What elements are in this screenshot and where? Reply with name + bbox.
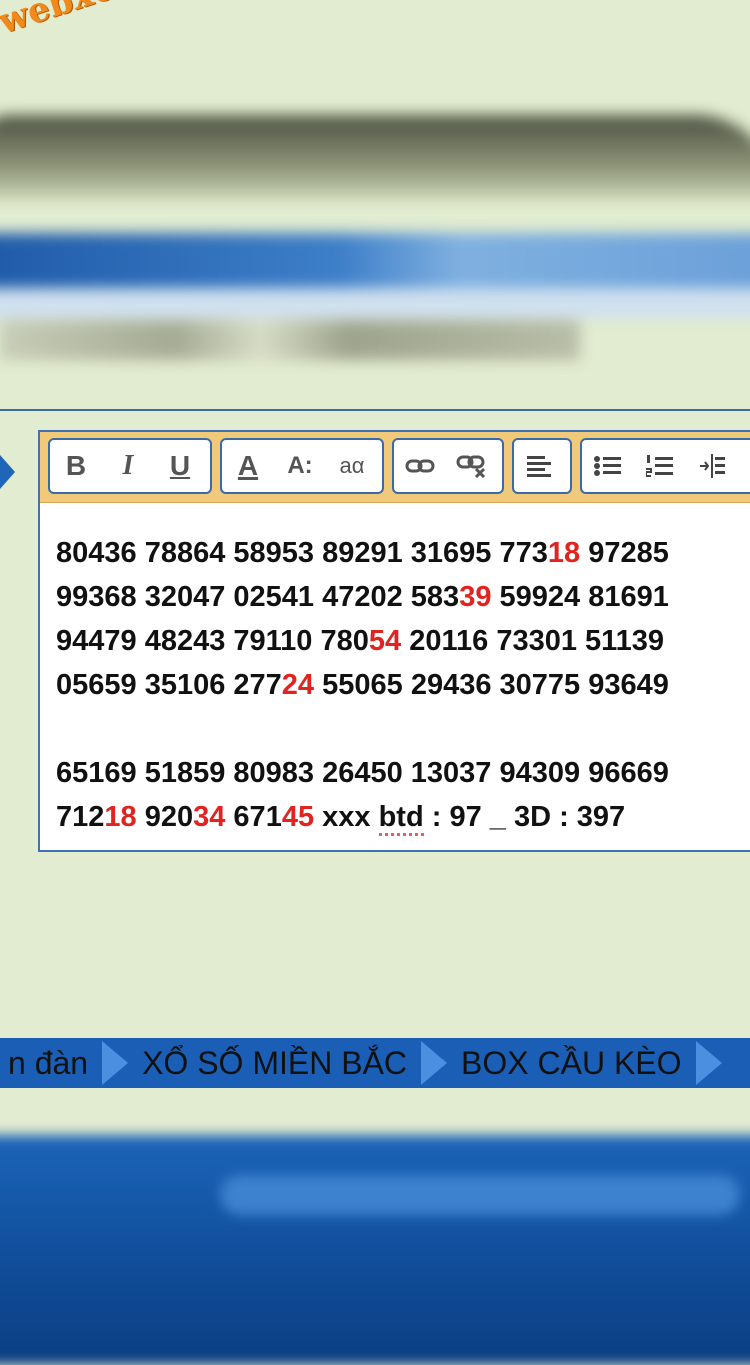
editor-line: 71218 92034 67145 xxx btd : 97 _ 3D : 39…	[56, 795, 750, 839]
align-left-icon	[527, 456, 551, 477]
highlighted-number: 18	[104, 801, 137, 833]
line-text: 59924 81691	[491, 581, 669, 613]
line-text: 05659 35106 277	[56, 669, 282, 701]
editor-line: 65169 51859 80983 26450 13037 94309 9666…	[56, 751, 750, 795]
line-text: 671	[225, 801, 282, 833]
nav-item-box-cau-keo[interactable]: BOX CẦU KÈO	[453, 1043, 690, 1083]
editor-line: 94479 48243 79110 78054 20116 73301 5113…	[56, 619, 750, 663]
line-text: 94479 48243 79110 780	[56, 625, 369, 657]
site-logo: webxoso.net	[0, 0, 233, 42]
bullet-list-icon	[594, 456, 621, 476]
expand-arrow-icon[interactable]	[0, 455, 15, 489]
rich-text-editor[interactable]: B I U A A: aα 80436 78864 58953 89291 31…	[38, 430, 750, 852]
bullet-list-button[interactable]	[582, 440, 634, 492]
nav-separator-arrow-icon	[421, 1041, 448, 1085]
line-text: 55065 29436 30775 93649	[314, 669, 669, 701]
unlink-icon	[456, 455, 486, 479]
line-text: 99368 32047 02541 47202 583	[56, 581, 460, 613]
numbered-list-icon	[646, 455, 673, 477]
link-icon	[405, 459, 435, 473]
font-color-button[interactable]: A	[222, 440, 274, 492]
indent-button[interactable]	[686, 440, 738, 492]
align-group	[512, 438, 572, 494]
highlighted-number: 34	[193, 801, 226, 833]
line-text: 920	[136, 801, 194, 833]
panel-border	[0, 409, 750, 411]
bold-button[interactable]: B	[50, 440, 102, 492]
line-text: : 97 _ 3D : 397	[423, 801, 626, 833]
italic-button[interactable]: I	[102, 440, 154, 492]
blurred-header	[0, 105, 750, 405]
nav-separator-arrow-icon	[695, 1041, 722, 1085]
underline-button[interactable]: U	[154, 440, 206, 492]
line-text: 97285	[580, 537, 669, 569]
align-left-button[interactable]	[514, 440, 566, 492]
change-case-button[interactable]: aα	[326, 440, 378, 492]
indent-icon	[700, 454, 725, 478]
highlighted-number: 39	[459, 581, 492, 613]
line-text: 65169 51859 80983 26450 13037 94309 9666…	[56, 757, 669, 789]
blurred-footer	[0, 1125, 750, 1365]
nav-separator-arrow-icon	[102, 1041, 129, 1085]
highlighted-number: 54	[368, 625, 402, 657]
editor-toolbar: B I U A A: aα	[40, 432, 750, 503]
line-text: 20116 73301 51139	[401, 625, 665, 657]
line-text: 80436 78864 58953 89291 31695 773	[56, 537, 548, 569]
highlighted-number: 45	[281, 801, 315, 833]
line-text: xxx	[314, 801, 379, 833]
nav-item-forum[interactable]: n đàn	[0, 1043, 96, 1083]
format-group: B I U	[48, 438, 212, 494]
forum-nav-bar: n đàn XỔ SỐ MIỀN BẮC BOX CẦU KÈO	[0, 1038, 750, 1088]
highlighted-number: 24	[281, 669, 315, 701]
nav-item-xo-so-mien-bac[interactable]: XỔ SỐ MIỀN BẮC	[134, 1043, 415, 1083]
misspelled-word: btd	[378, 801, 424, 836]
highlighted-number: 18	[547, 537, 581, 569]
list-group	[580, 438, 750, 494]
font-size-button[interactable]: A:	[274, 440, 326, 492]
numbered-list-button[interactable]	[634, 440, 686, 492]
link-group	[392, 438, 504, 494]
font-group: A A: aα	[220, 438, 384, 494]
editor-line: 80436 78864 58953 89291 31695 77318 9728…	[56, 531, 750, 575]
editor-line: 05659 35106 27724 55065 29436 30775 9364…	[56, 663, 750, 707]
remove-link-button[interactable]	[446, 440, 498, 492]
insert-link-button[interactable]	[394, 440, 446, 492]
line-text: 712	[56, 801, 105, 833]
editor-line: 99368 32047 02541 47202 58339 59924 8169…	[56, 575, 750, 619]
editor-content[interactable]: 80436 78864 58953 89291 31695 77318 9728…	[40, 503, 750, 839]
